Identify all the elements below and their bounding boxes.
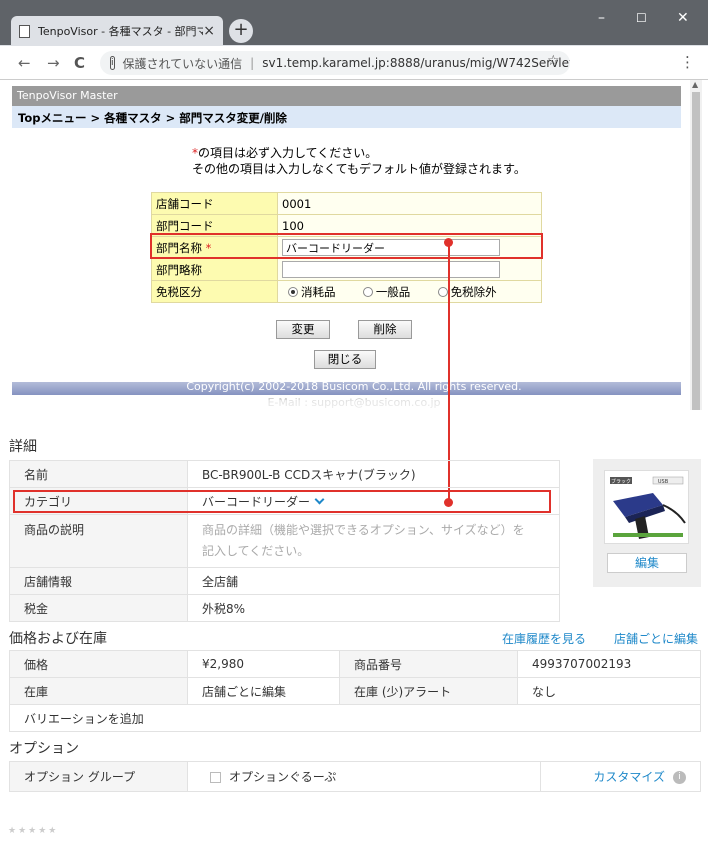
browser-tab[interactable]: TenpoVisor - 各種マスタ - 部門マス × (11, 16, 223, 46)
details-heading: 詳細 (9, 439, 37, 455)
pricing-heading: 価格および在庫 (9, 631, 107, 647)
info-icon[interactable]: i (110, 56, 115, 70)
screenshot-fade (0, 400, 708, 422)
highlight-category (13, 490, 551, 513)
connector-dot-top (444, 238, 453, 247)
image-edit-button[interactable]: 編集 (607, 553, 687, 573)
customize-link[interactable]: カスタマイズ (593, 770, 665, 784)
notice-line-2: その他の項目は入力しなくてもデフォルト値が登録されます。 (192, 162, 526, 176)
reload-icon[interactable]: C (74, 54, 85, 72)
store-code-label: 店舗コード (151, 192, 278, 215)
rating-stars: ★★★★★ (8, 826, 59, 836)
security-status: 保護されていない通信 (122, 56, 243, 71)
option-group-label: オプション グループ (9, 761, 188, 792)
browser-window: TenpoVisor - 各種マスタ - 部門マス × + – ☐ ✕ ← → … (0, 0, 708, 80)
minimize-button[interactable]: – (598, 10, 605, 26)
description-label: 商品の説明 (9, 514, 188, 568)
notice-line-1: の項目は必ず入力してください。 (198, 146, 378, 160)
options-heading: オプション (9, 741, 79, 757)
store-info-link[interactable]: 全店舗 (187, 567, 560, 595)
option-group-checkbox[interactable] (210, 772, 221, 783)
scroll-thumb[interactable] (692, 92, 700, 410)
pricing-table: 価格 ¥2,980 商品番号 4993707002193 在庫 店舗ごとに編集 … (9, 650, 701, 732)
dept-short-input[interactable] (282, 261, 500, 278)
tax-class-options: 消耗品 一般品 免税除外 (277, 280, 542, 303)
barcode-scanner-image: ブラック USB (608, 474, 687, 542)
option-group-value: オプションぐるーぷ (229, 770, 337, 784)
delete-button[interactable]: 削除 (358, 320, 412, 339)
low-stock-link[interactable]: なし (517, 677, 701, 705)
window-close-button[interactable]: ✕ (677, 10, 689, 26)
maximize-button[interactable]: ☐ (636, 11, 647, 25)
bookmark-star-icon[interactable]: ☆ (547, 53, 560, 69)
options-table: オプション グループ オプションぐるーぷ カスタマイズ i (9, 761, 701, 792)
add-variation-link[interactable]: バリエーションを追加 (9, 704, 701, 732)
price-label: 価格 (9, 650, 188, 678)
copyright: Copyright(c) 2002-2018 Busicom Co.,Ltd. … (186, 380, 522, 393)
image-label-left: ブラック (611, 478, 631, 485)
option-group-cell: オプションぐるーぷ (187, 761, 541, 792)
tax-class-label: 免税区分 (151, 280, 278, 303)
address-bar-row: ← → C i 保護されていない通信 | sv1.temp.karamel.jp… (0, 46, 708, 80)
app-header: TenpoVisor Master (12, 86, 681, 106)
sku-value[interactable]: 4993707002193 (517, 650, 701, 678)
back-arrow-icon[interactable]: ← (18, 54, 31, 72)
description-field[interactable]: 商品の詳細（機能や選択できるオプション、サイズなど）を 記入してください。 (187, 514, 560, 568)
vertical-scrollbar[interactable]: ▲ (690, 80, 702, 410)
radio-general[interactable] (362, 287, 373, 297)
stock-label: 在庫 (9, 677, 188, 705)
url-field[interactable]: i 保護されていない通信 | sv1.temp.karamel.jp:8888/… (100, 51, 570, 75)
low-stock-label: 在庫 (少)アラート (339, 677, 518, 705)
sku-label: 商品番号 (339, 650, 518, 678)
stock-history-link[interactable]: 在庫履歴を見る (502, 630, 586, 647)
close-button[interactable]: 閉じる (314, 350, 376, 369)
url-text: sv1.temp.karamel.jp:8888/uranus/mig/W742… (262, 56, 570, 70)
radio-excluded[interactable] (437, 287, 448, 297)
store-code-value: 0001 (277, 192, 542, 215)
product-image: ブラック USB (604, 470, 689, 544)
close-tab-icon[interactable]: × (203, 23, 215, 39)
forward-arrow-icon[interactable]: → (47, 54, 60, 72)
more-menu-icon[interactable]: ⋮ (680, 53, 695, 71)
store-info-label: 店舗情報 (9, 567, 188, 595)
name-label: 名前 (9, 460, 188, 488)
edit-by-store-link[interactable]: 店舗ごとに編集 (614, 630, 698, 647)
radio-label-general: 一般品 (375, 284, 411, 299)
details-table: 名前 BC-BR900L-B CCDスキャナ(ブラック) カテゴリ バーコードリ… (9, 460, 560, 622)
tax-link[interactable]: 外税8% (187, 594, 560, 622)
radio-consumable[interactable] (288, 287, 298, 297)
divider: | (250, 56, 255, 70)
dept-short-label: 部門略称 (151, 258, 278, 281)
customize-cell: カスタマイズ i (540, 761, 701, 792)
highlight-dept-name (150, 233, 543, 259)
price-value[interactable]: ¥2,980 (187, 650, 340, 678)
document-icon (19, 24, 30, 38)
image-label-right: USB (658, 479, 669, 485)
name-value[interactable]: BC-BR900L-B CCDスキャナ(ブラック) (187, 460, 560, 488)
description-placeholder-1: 商品の詳細（機能や選択できるオプション、サイズなど）を (202, 523, 525, 537)
dept-short-cell (277, 258, 542, 281)
tab-title: TenpoVisor - 各種マスタ - 部門マス (38, 25, 203, 38)
description-placeholder-2: 記入してください。 (202, 544, 310, 558)
help-icon[interactable]: i (673, 771, 686, 784)
change-button[interactable]: 変更 (276, 320, 330, 339)
tax-label: 税金 (9, 594, 188, 622)
form-notice: *の項目は必ず入力してください。 その他の項目は入力しなくてもデフォルト値が登録… (192, 145, 526, 177)
stock-edit-link[interactable]: 店舗ごとに編集 (187, 677, 340, 705)
radio-label-excluded: 免税除外 (450, 284, 497, 299)
scroll-up-icon[interactable]: ▲ (692, 80, 698, 89)
breadcrumb: Topメニュー > 各種マスタ > 部門マスタ変更/削除 (12, 106, 681, 128)
radio-label-consumable: 消耗品 (301, 284, 336, 299)
new-tab-button[interactable]: + (229, 19, 253, 43)
